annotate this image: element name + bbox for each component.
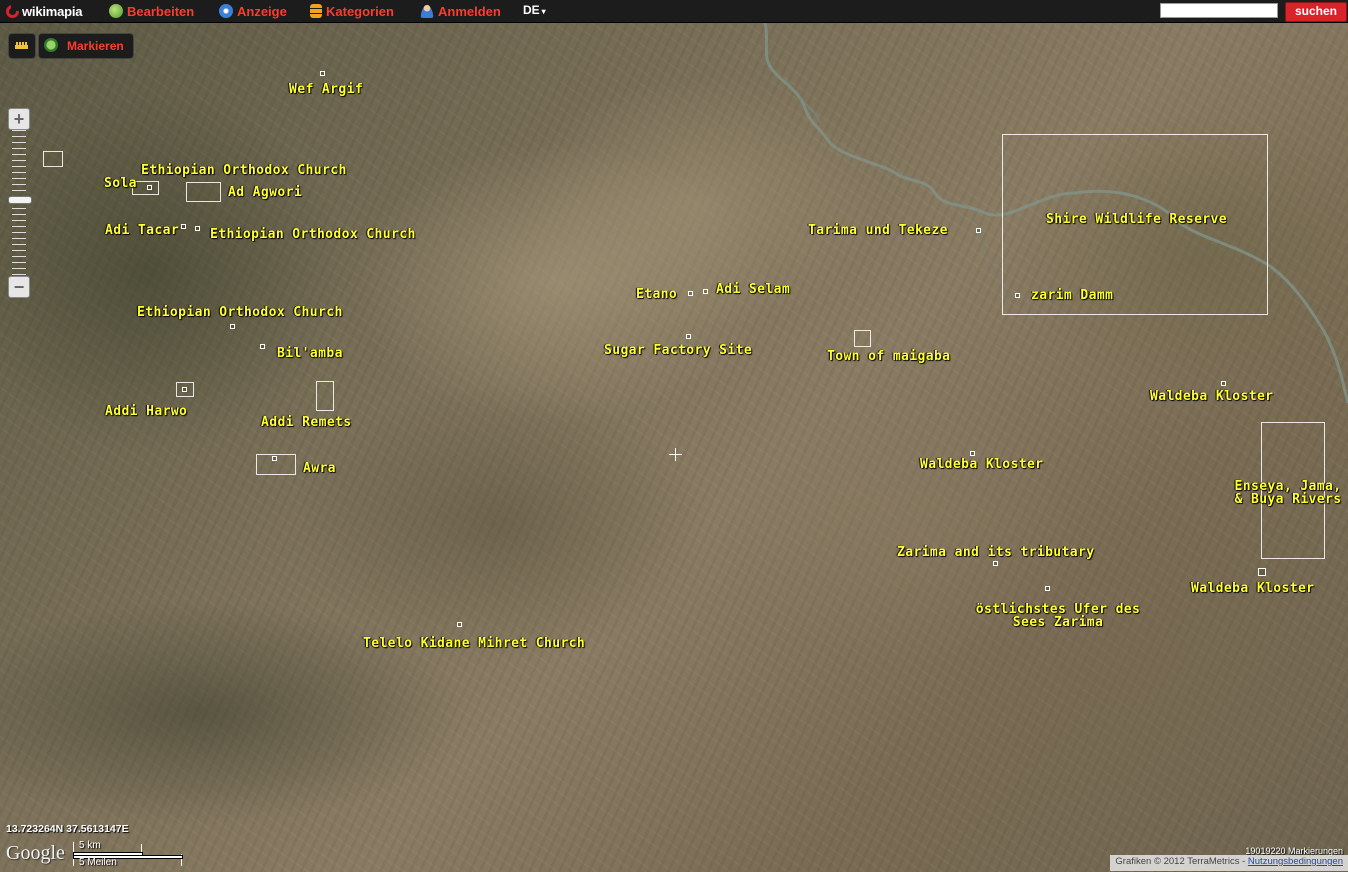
menu-view-label: Anzeige (237, 3, 287, 19)
map-label[interactable]: Ad Agwori (228, 186, 302, 199)
language-label: DE (523, 3, 540, 17)
map-point[interactable] (976, 228, 981, 233)
crosshair-icon (669, 448, 682, 461)
ruler-button[interactable] (8, 33, 36, 59)
zoom-out-button[interactable]: − (8, 276, 30, 298)
scale-metric-label: 5 km (79, 840, 101, 851)
search-input[interactable] (1160, 3, 1278, 18)
map-point[interactable] (457, 622, 462, 627)
map-label[interactable]: Telelo Kidane Mihret Church (363, 637, 585, 650)
menu-login[interactable]: Anmelden (420, 2, 501, 20)
map-label[interactable]: Ethiopian Orthodox Church (137, 306, 343, 319)
map-point[interactable] (688, 291, 693, 296)
map-point[interactable] (181, 224, 186, 229)
map-label[interactable]: Etano (636, 288, 677, 301)
map-label[interactable]: Waldeba Kloster (920, 458, 1043, 471)
zoom-slider-thumb[interactable] (8, 196, 32, 204)
zoom-control: + − (8, 108, 32, 298)
map-point[interactable] (1258, 568, 1266, 576)
map-label[interactable]: Ethiopian Orthodox Church (210, 228, 416, 241)
menu-login-label: Anmelden (438, 3, 501, 19)
menu-categories[interactable]: Kategorien (310, 2, 394, 20)
map-label[interactable]: östlichstes Ufer des Sees Zarima (972, 603, 1144, 629)
map-area[interactable] (43, 151, 63, 167)
top-toolbar: wikimapia Bearbeiten Anzeige Kategorien … (0, 0, 1348, 23)
map-label[interactable]: Enseya, Jama, & Buya Rivers (1228, 480, 1348, 506)
map-area[interactable] (854, 330, 871, 347)
chevron-down-icon: ▾ (541, 7, 546, 16)
scale-bar: 5 km 5 Meilen (73, 840, 185, 868)
map-label[interactable]: Sola (104, 177, 137, 190)
mark-label: Markieren (67, 39, 124, 53)
user-icon (420, 4, 434, 18)
zoom-in-button[interactable]: + (8, 108, 30, 130)
map-label[interactable]: Adi Selam (716, 283, 790, 296)
attribution-text: Grafiken © 2012 TerraMetrics - (1115, 856, 1248, 867)
map-area[interactable] (316, 381, 334, 411)
edit-globe-icon (109, 4, 123, 18)
mark-icon (44, 38, 58, 52)
menu-edit-label: Bearbeiten (127, 3, 195, 19)
zoom-slider[interactable] (8, 130, 32, 276)
map-point[interactable] (230, 324, 235, 329)
compass-icon (219, 4, 233, 18)
satellite-map[interactable]: Wef Argif Ethiopian Orthodox Church Sola… (0, 23, 1348, 872)
mark-button[interactable]: Markieren (38, 33, 134, 59)
wikimapia-logo[interactable]: wikimapia (6, 3, 83, 19)
coordinates-readout: 13.723264N 37.5613147E (6, 823, 129, 835)
map-label[interactable]: Awra (303, 462, 336, 475)
map-point[interactable] (272, 456, 277, 461)
map-attribution: Grafiken © 2012 TerraMetrics - Nutzungsb… (1110, 855, 1348, 871)
map-point[interactable] (147, 185, 152, 190)
google-logo: Google (6, 842, 65, 864)
map-area[interactable] (186, 182, 221, 202)
map-label[interactable]: Town of maigaba (827, 350, 950, 363)
map-label[interactable]: Ethiopian Orthodox Church (141, 164, 347, 177)
menu-view[interactable]: Anzeige (219, 2, 287, 20)
map-label[interactable]: Wef Argif (289, 83, 363, 96)
map-label[interactable]: Addi Remets (261, 416, 352, 429)
map-point[interactable] (195, 226, 200, 231)
map-label[interactable]: Waldeba Kloster (1150, 390, 1273, 403)
map-point[interactable] (1015, 293, 1020, 298)
map-label[interactable]: Zarima and its tributary (897, 546, 1094, 559)
map-point[interactable] (1045, 586, 1050, 591)
map-label[interactable]: Addi Harwo (105, 405, 187, 418)
logo-text: wikimapia (22, 3, 83, 19)
map-label[interactable]: Sugar Factory Site (604, 344, 752, 357)
map-point[interactable] (182, 387, 187, 392)
map-point[interactable] (993, 561, 998, 566)
map-point[interactable] (686, 334, 691, 339)
map-point[interactable] (260, 344, 265, 349)
map-label[interactable]: Tarima und Tekeze (808, 224, 948, 237)
map-label[interactable]: Shire Wildlife Reserve (1046, 213, 1227, 226)
map-point[interactable] (703, 289, 708, 294)
map-point[interactable] (970, 451, 975, 456)
search-button[interactable]: suchen (1285, 2, 1347, 22)
language-select[interactable]: DE ▾ (523, 3, 546, 17)
scale-imperial-label: 5 Meilen (79, 857, 117, 868)
map-point[interactable] (1221, 381, 1226, 386)
map-label[interactable]: Waldeba Kloster (1191, 582, 1314, 595)
menu-edit[interactable]: Bearbeiten (109, 2, 194, 20)
map-label[interactable]: Adi Tacar (105, 224, 179, 237)
map-point[interactable] (320, 71, 325, 76)
categories-icon (310, 4, 322, 18)
menu-categories-label: Kategorien (326, 3, 394, 19)
map-label[interactable]: zarim Damm (1031, 289, 1113, 302)
wikimapia-logo-icon (6, 3, 19, 18)
terms-link[interactable]: Nutzungsbedingungen (1248, 856, 1343, 867)
map-label[interactable]: Bil'amba (277, 347, 343, 360)
